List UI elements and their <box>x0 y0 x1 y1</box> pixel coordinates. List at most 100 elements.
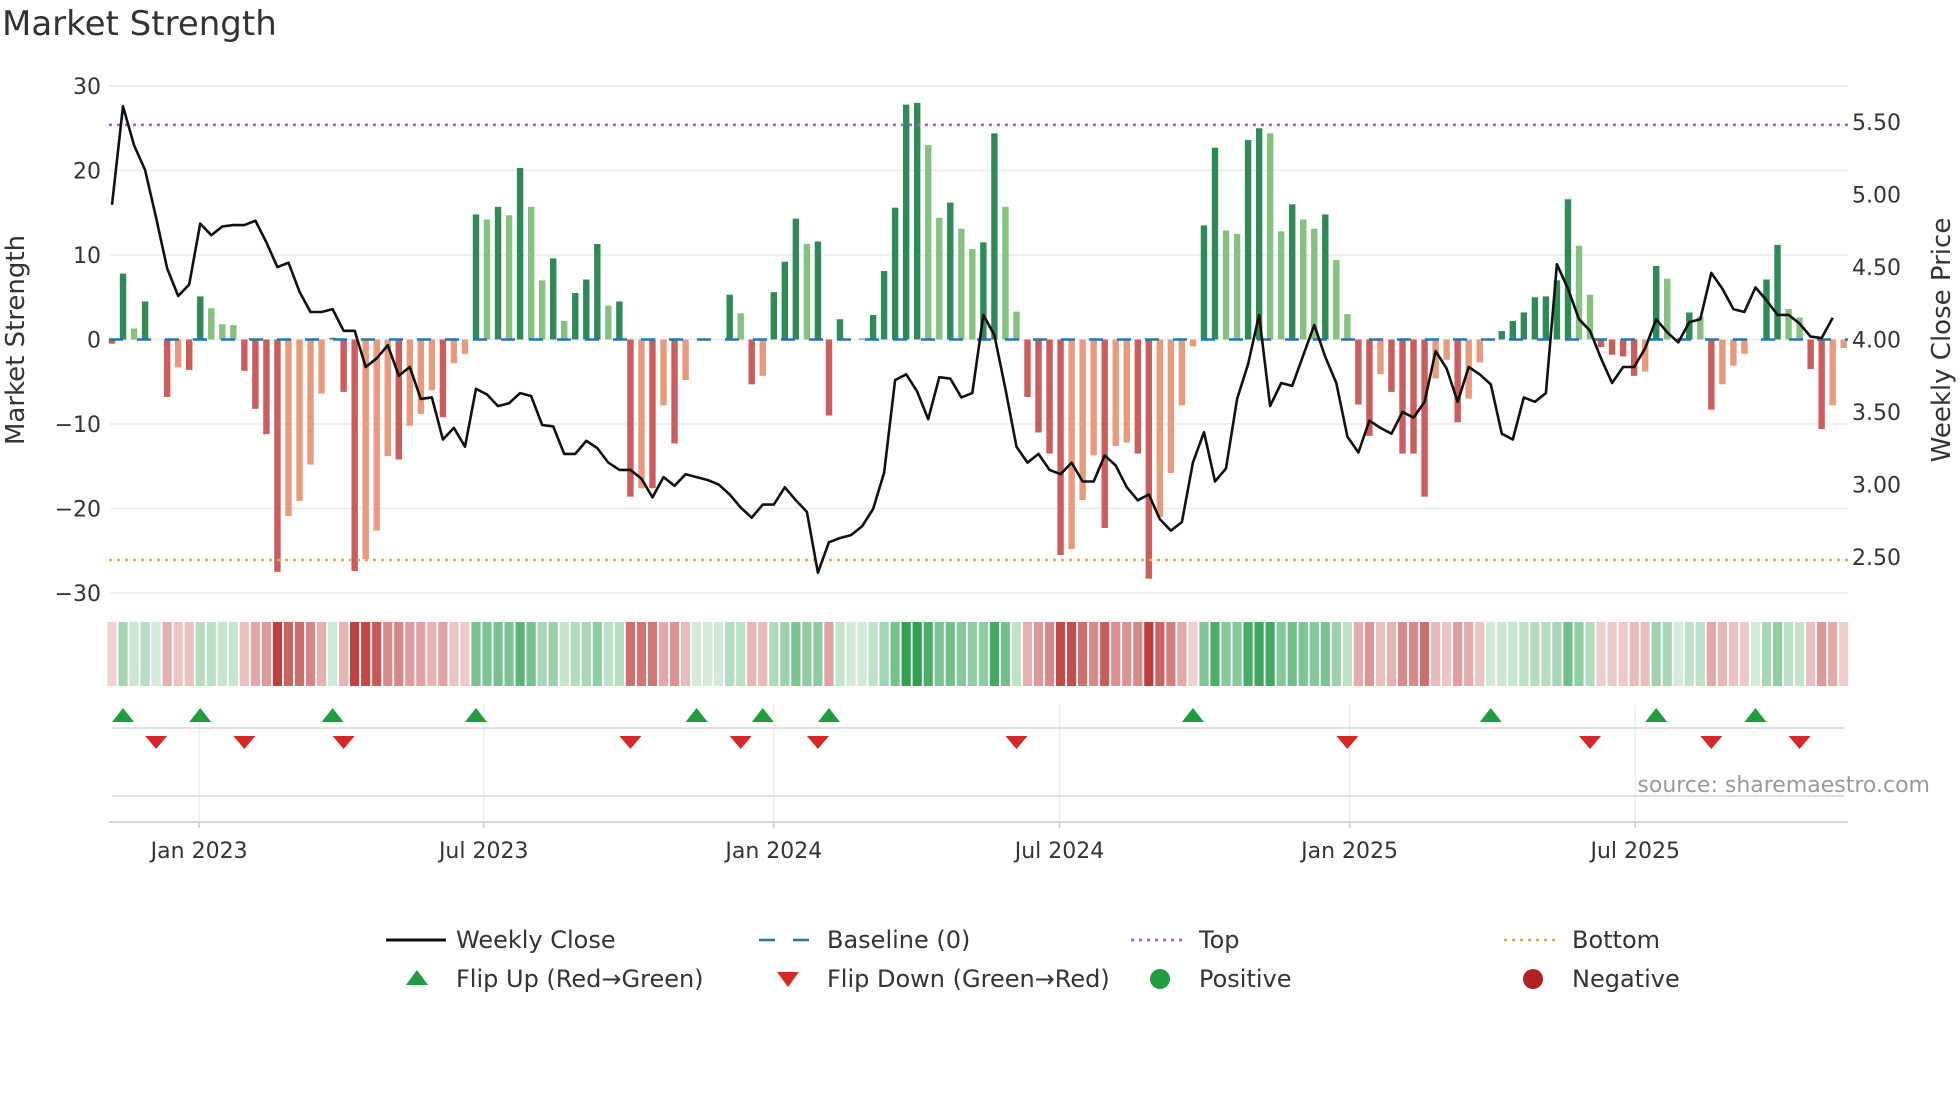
strength-bar <box>1189 339 1197 347</box>
legend-negative-icon <box>1523 969 1543 989</box>
strength-bar <box>1421 339 1428 497</box>
strength-heat-cell <box>239 622 249 686</box>
strength-bar <box>1630 339 1638 376</box>
strength-bar <box>1068 339 1075 550</box>
strength-heat-cell <box>747 622 757 686</box>
strength-bar <box>428 339 436 391</box>
strength-bar <box>605 305 612 340</box>
strength-bar <box>836 319 844 340</box>
flip-up-marker <box>751 708 774 722</box>
strength-heat-cell <box>1508 622 1518 686</box>
strength-bar <box>671 339 678 444</box>
flip-up-marker <box>1645 708 1668 722</box>
strength-heat-cell <box>934 622 944 686</box>
strength-bar <box>1708 339 1715 410</box>
strength-heat-cell <box>1486 622 1496 686</box>
strength-bar <box>1377 339 1384 375</box>
strength-bar <box>417 339 425 414</box>
strength-heat-cell <box>361 622 371 686</box>
strength-heat-cell <box>1640 622 1650 686</box>
strength-heat-cell <box>548 622 558 686</box>
strength-bar <box>1741 339 1748 354</box>
flip-down-marker <box>729 736 752 749</box>
strength-bar <box>781 261 789 340</box>
strength-heat-cell <box>1475 622 1485 686</box>
strength-bar <box>583 279 590 340</box>
y-tick-label: 30 <box>73 75 101 100</box>
strength-heat-cell <box>305 622 316 686</box>
strength-bar <box>494 206 502 340</box>
legend-label: Positive <box>1199 965 1292 993</box>
strength-heat-cell <box>1453 622 1463 686</box>
strength-bar <box>1454 339 1461 423</box>
strength-heat-cell <box>1386 622 1397 686</box>
strength-heat-cell <box>581 622 591 686</box>
strength-heat-cell <box>1067 622 1077 686</box>
strength-bar <box>649 339 656 489</box>
strength-heat-cell <box>328 622 338 686</box>
strength-heat-cell <box>184 622 194 686</box>
strength-bar <box>1399 339 1406 454</box>
strength-bar <box>384 339 391 457</box>
legend-item-baseline: Baseline (0) <box>759 926 970 954</box>
strength-bar <box>1322 214 1329 340</box>
legend-label: Bottom <box>1572 926 1660 954</box>
strength-heat-cell <box>791 622 801 686</box>
strength-bar <box>748 339 755 385</box>
strength-heat-cell <box>813 622 823 686</box>
strength-bar <box>472 214 480 340</box>
strength-heat-cell <box>1044 622 1055 686</box>
strength-heat-cell <box>1089 622 1099 686</box>
strength-heat-cell <box>1265 622 1275 686</box>
strength-heat-cell <box>1177 622 1187 686</box>
strength-heat-cell <box>923 622 933 686</box>
strength-heat-cell <box>901 622 911 686</box>
strength-heat-cell <box>758 622 768 686</box>
strength-heat-cell <box>857 622 867 686</box>
strength-heat-cell <box>956 622 966 686</box>
strength-heat-cell <box>1431 622 1441 686</box>
strength-heat-cell <box>868 622 878 686</box>
strength-heat-cell <box>1210 622 1220 686</box>
strength-heat-cell <box>228 622 238 686</box>
strength-heat-cell <box>1662 622 1672 686</box>
strength-heat-cell <box>1243 622 1253 686</box>
flip-up-marker <box>685 708 708 722</box>
strength-heat-cell <box>1022 622 1033 686</box>
y2-axis-title: Weekly Close Price <box>1927 218 1957 463</box>
strength-bar <box>1542 296 1550 340</box>
legend-item-negative: Negative <box>1523 965 1680 993</box>
strength-bar <box>737 313 744 340</box>
strength-heat-cell <box>1839 622 1849 686</box>
y2-tick-label: 3.50 <box>1852 401 1901 426</box>
strength-bar <box>880 271 888 340</box>
strength-bar <box>1476 339 1483 363</box>
legend-label: Flip Up (Red→Green) <box>456 965 704 993</box>
strength-heat-cell <box>1287 622 1297 686</box>
strength-bar <box>1002 206 1009 340</box>
flip-up-marker <box>1181 708 1204 722</box>
y-tick-label: 20 <box>73 160 101 185</box>
strength-heat-cell <box>1331 622 1341 686</box>
strength-bar <box>891 207 899 340</box>
strength-bar <box>947 202 954 340</box>
strength-heat-cell <box>427 622 437 686</box>
strength-bar <box>538 280 546 340</box>
strength-bar <box>197 296 204 340</box>
strength-heat-cell <box>537 622 547 686</box>
flip-up-marker <box>1479 708 1502 722</box>
strength-heat-cell <box>1342 622 1352 686</box>
strength-bar <box>550 258 557 340</box>
flip-up-marker <box>112 708 135 722</box>
strength-bar <box>527 206 535 340</box>
strength-heat-cell <box>603 622 613 686</box>
legend-item-positive: Positive <box>1150 965 1292 993</box>
strength-heat-cell <box>1464 622 1474 686</box>
strength-heat-cell <box>669 622 680 686</box>
strength-heat-cell <box>515 622 525 686</box>
strength-bar <box>814 241 822 340</box>
strength-heat-cell <box>647 622 658 686</box>
strength-heat-cell <box>438 622 448 686</box>
strength-bar <box>1333 260 1340 340</box>
y2-tick-label: 5.50 <box>1852 111 1901 136</box>
